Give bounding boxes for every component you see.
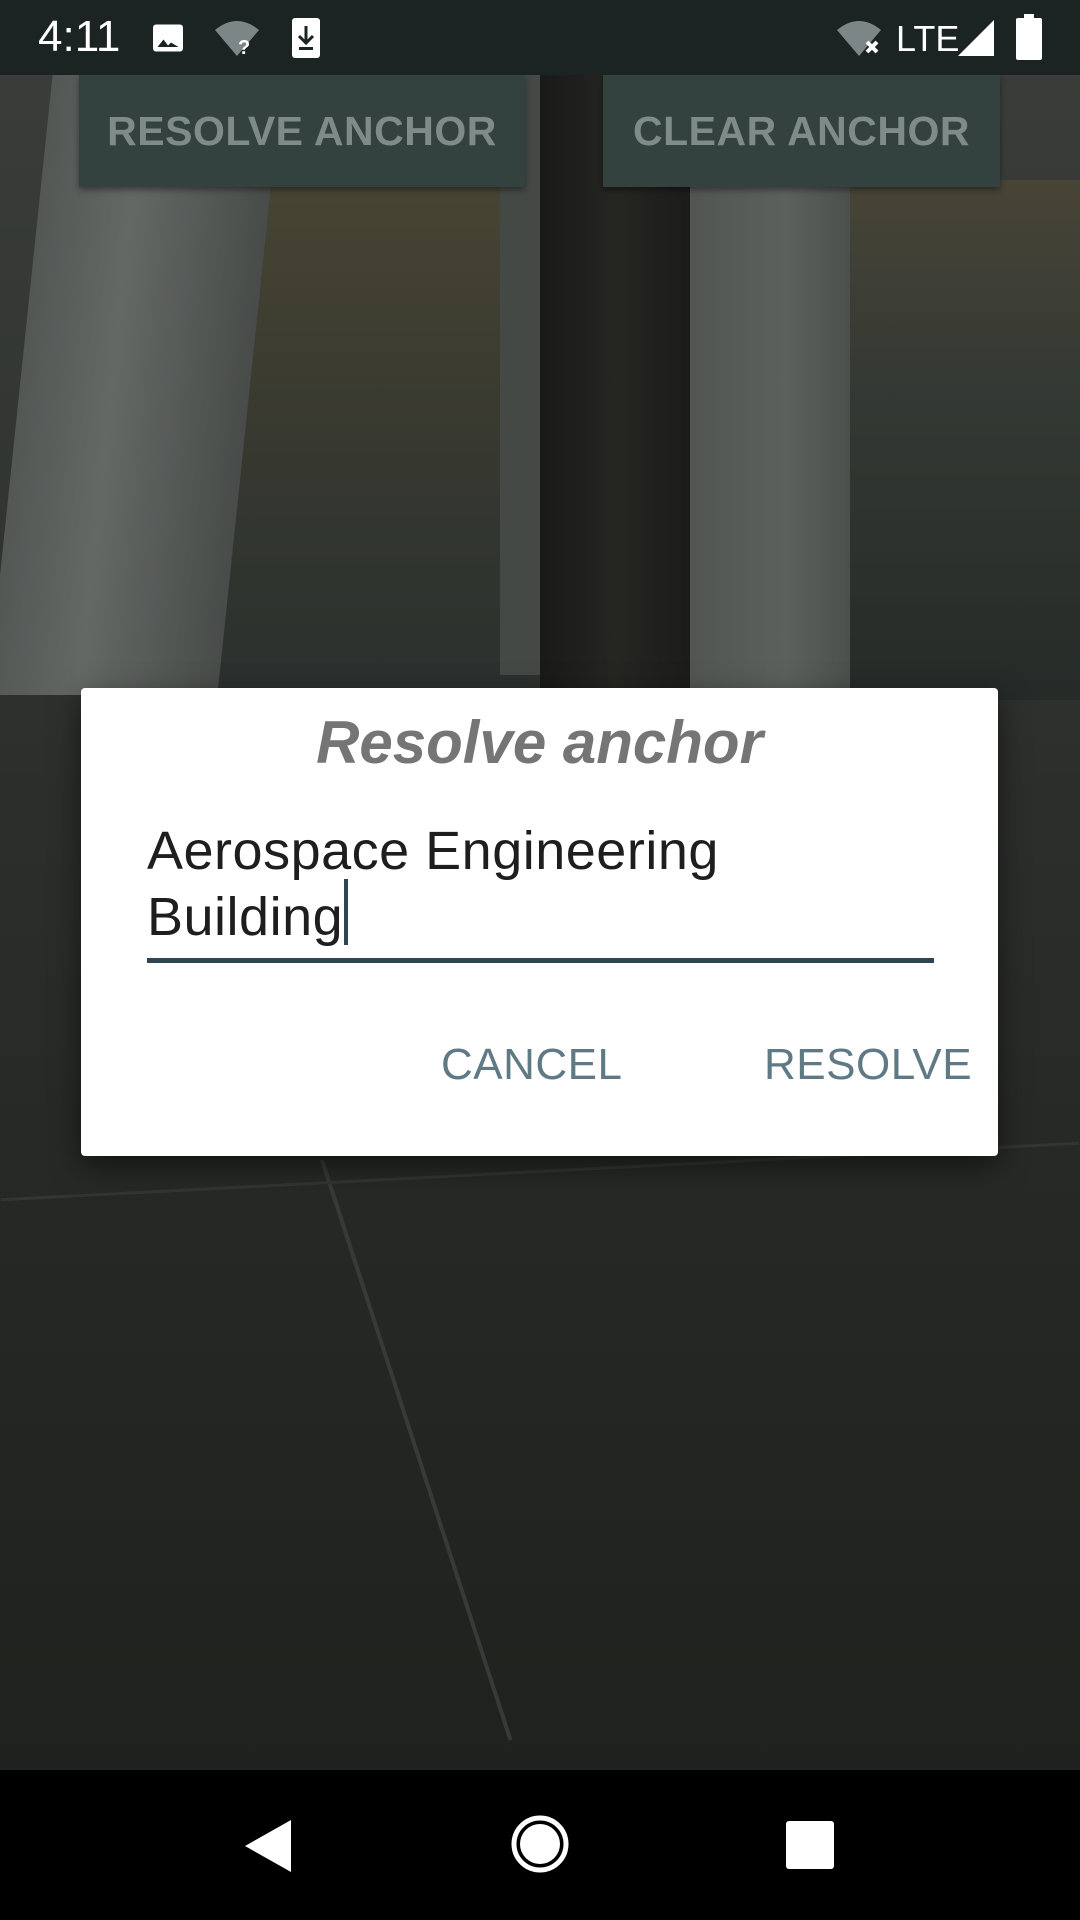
wifi-off-icon <box>834 18 884 63</box>
download-icon <box>290 16 322 65</box>
signal-icon <box>956 18 996 63</box>
dialog-title: Resolve anchor <box>316 709 763 776</box>
wifi-question-icon: ? <box>212 18 262 63</box>
home-icon[interactable] <box>510 1814 570 1879</box>
network-type: LTE <box>896 18 960 59</box>
text-cursor <box>344 879 349 945</box>
clear-anchor-button[interactable]: CLEAR ANCHOR <box>603 75 1000 187</box>
status-bar: 4:11 ? LTE <box>0 0 1080 75</box>
svg-text:?: ? <box>238 37 250 58</box>
anchor-name-input-value[interactable]: Aerospace Engineering Building <box>147 821 719 947</box>
recents-icon[interactable] <box>785 1820 835 1875</box>
resolve-anchor-button[interactable]: RESOLVE ANCHOR <box>79 75 525 187</box>
anchor-name-input[interactable]: Aerospace Engineering Building <box>147 813 934 963</box>
navigation-bar <box>0 1770 1080 1920</box>
back-icon[interactable] <box>243 1818 293 1879</box>
battery-icon <box>1016 14 1042 65</box>
resolve-button[interactable]: RESOLVE <box>764 1040 972 1090</box>
resolve-anchor-dialog: Resolve anchor Aerospace Engineering Bui… <box>81 688 998 1156</box>
image-icon <box>150 20 186 61</box>
cancel-button[interactable]: CANCEL <box>441 1040 623 1090</box>
status-time: 4:11 <box>38 12 121 61</box>
